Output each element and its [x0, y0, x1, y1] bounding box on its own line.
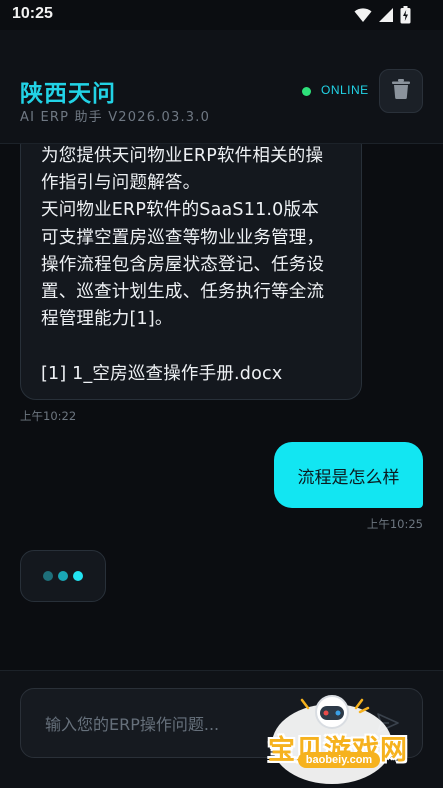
watermark-url: baobeiy.com [298, 752, 380, 768]
typing-dot [73, 571, 83, 581]
typing-dot [58, 571, 68, 581]
trash-icon [392, 79, 410, 103]
app-header: 陕西天问 AI ERP 助手 V2026.03.3.0 ONLINE [0, 30, 443, 144]
assistant-message-text: 为您提供天问物业ERP软件相关的操 作指引与问题解答。 天问物业ERP软件的Sa… [41, 146, 325, 384]
status-icons [354, 6, 411, 28]
online-status-label: ONLINE [321, 83, 369, 97]
user-message-text: 流程是怎么样 [297, 467, 400, 488]
user-message-time: 上午10:25 [366, 517, 423, 531]
typing-indicator [20, 550, 106, 602]
online-status-dot [302, 87, 311, 96]
wifi-icon [354, 7, 372, 27]
status-time: 10:25 [12, 5, 53, 22]
status-bar: 10:25 [0, 0, 443, 30]
app-title: 陕西天问 [20, 80, 116, 106]
cellular-icon [378, 7, 394, 27]
typing-dot [43, 571, 53, 581]
app-subtitle: AI ERP 助手 V2026.03.3.0 [20, 110, 211, 125]
assistant-message-bubble: 为您提供天问物业ERP软件相关的操 作指引与问题解答。 天问物业ERP软件的Sa… [20, 144, 362, 400]
user-message-bubble: 流程是怎么样 [274, 442, 423, 508]
clear-chat-button[interactable] [379, 69, 423, 113]
chat-thread[interactable]: 为您提供天问物业ERP软件相关的操 作指引与问题解答。 天问物业ERP软件的Sa… [0, 144, 443, 670]
assistant-message-time: 上午10:22 [20, 409, 77, 423]
site-watermark: 宝贝游戏网 baobeiy.com [262, 690, 443, 788]
battery-icon [400, 6, 411, 28]
